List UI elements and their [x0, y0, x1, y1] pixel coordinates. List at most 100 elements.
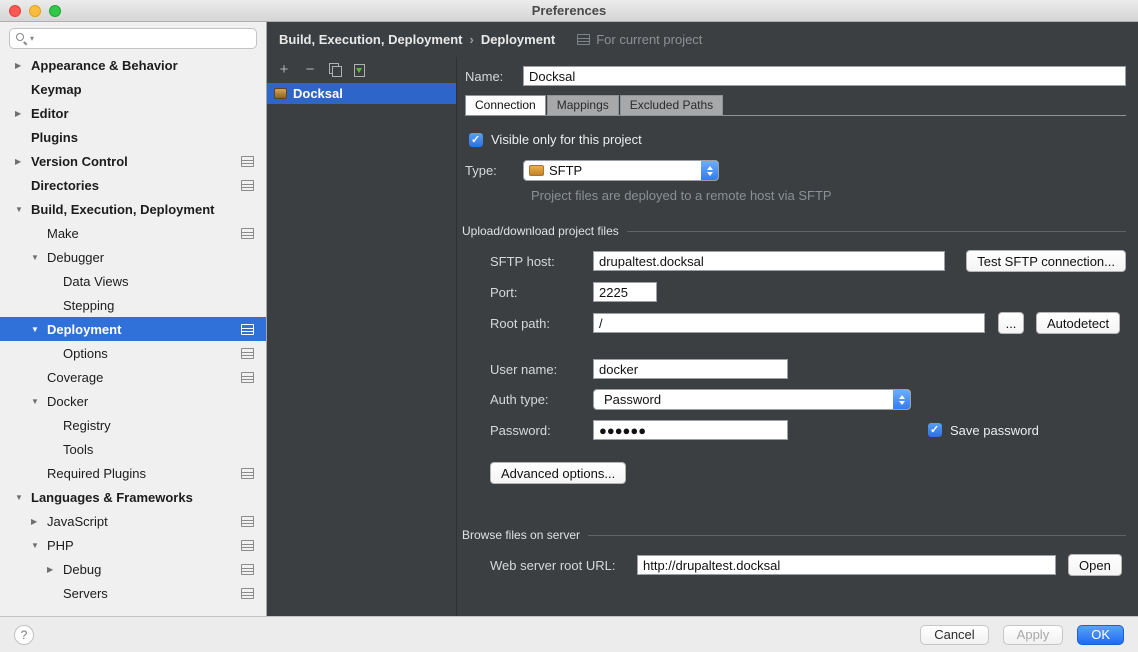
chevron-down-icon[interactable]: ▼: [31, 253, 47, 262]
autodetect-button[interactable]: Autodetect: [1036, 312, 1120, 334]
sidebar-item-registry[interactable]: Registry: [0, 413, 266, 437]
sidebar-item-languages-frameworks[interactable]: ▼Languages & Frameworks: [0, 485, 266, 509]
sidebar-item-stepping[interactable]: Stepping: [0, 293, 266, 317]
zoom-window-button[interactable]: [49, 5, 61, 17]
traffic-lights: [9, 5, 61, 17]
server-list-pane: + − Docksal: [267, 57, 457, 616]
chevron-right-icon[interactable]: ▶: [31, 517, 47, 526]
copy-server-icon[interactable]: [329, 63, 342, 77]
password-input[interactable]: [593, 420, 788, 440]
tab-connection[interactable]: Connection: [465, 95, 546, 115]
tab-mappings[interactable]: Mappings: [547, 95, 619, 115]
chevron-right-icon[interactable]: ▶: [15, 157, 31, 166]
search-history-chevron-icon[interactable]: ▾: [30, 34, 34, 43]
project-settings-icon: [241, 372, 254, 383]
sidebar-item-make[interactable]: Make: [0, 221, 266, 245]
sidebar-item-tools[interactable]: Tools: [0, 437, 266, 461]
user-name-label: User name:: [490, 362, 593, 377]
titlebar: Preferences: [0, 0, 1138, 22]
sidebar-item-data-views[interactable]: Data Views: [0, 269, 266, 293]
sidebar-item-appearance-behavior[interactable]: ▶Appearance & Behavior: [0, 53, 266, 77]
sidebar-item-required-plugins[interactable]: Required Plugins: [0, 461, 266, 485]
server-list: Docksal: [267, 83, 456, 616]
settings-search-input[interactable]: [37, 31, 250, 46]
ok-button[interactable]: OK: [1077, 625, 1124, 645]
sidebar-item-docker[interactable]: ▼Docker: [0, 389, 266, 413]
advanced-options-button[interactable]: Advanced options...: [490, 462, 626, 484]
sidebar-item-keymap[interactable]: Keymap: [0, 77, 266, 101]
server-icon: [274, 88, 287, 99]
auth-type-select[interactable]: Password: [593, 389, 911, 410]
project-settings-icon: [241, 324, 254, 335]
import-servers-icon[interactable]: [354, 64, 365, 77]
dropdown-stepper-icon: [701, 160, 718, 181]
chevron-down-icon[interactable]: ▼: [15, 493, 31, 502]
tab-excluded-paths[interactable]: Excluded Paths: [620, 95, 723, 115]
deployment-form: Name: Connection Mappings Excluded Paths…: [457, 57, 1138, 616]
settings-content: Build, Execution, Deployment › Deploymen…: [267, 22, 1138, 616]
project-settings-icon: [241, 228, 254, 239]
project-settings-icon: [241, 156, 254, 167]
project-settings-icon: [241, 468, 254, 479]
preferences-window: Preferences ▾ ▶Appearance & Behavior Key…: [0, 0, 1138, 652]
close-window-button[interactable]: [9, 5, 21, 17]
sidebar-item-coverage[interactable]: Coverage: [0, 365, 266, 389]
window-title: Preferences: [0, 0, 1138, 21]
test-sftp-connection-button[interactable]: Test SFTP connection...: [966, 250, 1126, 272]
root-path-label: Root path:: [490, 316, 593, 331]
sidebar-item-deployment[interactable]: ▼Deployment: [0, 317, 266, 341]
settings-sidebar: ▾ ▶Appearance & Behavior Keymap ▶Editor …: [0, 22, 267, 616]
breadcrumb-separator-icon: ›: [469, 32, 473, 47]
visible-only-checkbox[interactable]: Visible only for this project: [469, 132, 1126, 147]
sidebar-item-php[interactable]: ▼PHP: [0, 533, 266, 557]
sidebar-item-plugins[interactable]: Plugins: [0, 125, 266, 149]
save-password-checkbox[interactable]: Save password: [928, 423, 1039, 438]
add-server-button[interactable]: +: [277, 62, 291, 78]
section-divider: [627, 231, 1126, 232]
user-name-input[interactable]: [593, 359, 788, 379]
chevron-down-icon[interactable]: ▼: [31, 325, 47, 334]
help-button[interactable]: ?: [14, 625, 34, 645]
project-settings-icon: [241, 180, 254, 191]
browse-root-path-button[interactable]: ...: [998, 312, 1024, 334]
section-divider: [588, 535, 1126, 536]
chevron-down-icon[interactable]: ▼: [31, 541, 47, 550]
sidebar-item-debugger[interactable]: ▼Debugger: [0, 245, 266, 269]
cancel-button[interactable]: Cancel: [920, 625, 988, 645]
chevron-right-icon[interactable]: ▶: [15, 61, 31, 70]
minimize-window-button[interactable]: [29, 5, 41, 17]
root-path-input[interactable]: [593, 313, 985, 333]
port-input[interactable]: [593, 282, 657, 302]
server-list-item-docksal[interactable]: Docksal: [267, 83, 456, 104]
breadcrumb-segment[interactable]: Build, Execution, Deployment: [279, 32, 462, 47]
web-root-label: Web server root URL:: [490, 558, 637, 573]
checkbox-checked-icon: [469, 133, 483, 147]
sidebar-item-javascript[interactable]: ▶JavaScript: [0, 509, 266, 533]
sidebar-item-options[interactable]: Options: [0, 341, 266, 365]
scope-indicator: For current project: [577, 32, 702, 47]
sidebar-item-directories[interactable]: Directories: [0, 173, 266, 197]
type-help-text: Project files are deployed to a remote h…: [531, 188, 1126, 203]
sidebar-item-version-control[interactable]: ▶Version Control: [0, 149, 266, 173]
sidebar-item-editor[interactable]: ▶Editor: [0, 101, 266, 125]
chevron-right-icon[interactable]: ▶: [47, 565, 63, 574]
chevron-down-icon[interactable]: ▼: [31, 397, 47, 406]
scope-label: For current project: [596, 32, 702, 47]
port-label: Port:: [490, 285, 593, 300]
chevron-right-icon[interactable]: ▶: [15, 109, 31, 118]
chevron-down-icon[interactable]: ▼: [15, 205, 31, 214]
sftp-host-label: SFTP host:: [490, 254, 593, 269]
sidebar-item-debug[interactable]: ▶Debug: [0, 557, 266, 581]
breadcrumb-segment: Deployment: [481, 32, 555, 47]
settings-search-field[interactable]: ▾: [9, 28, 257, 49]
type-select[interactable]: SFTP: [523, 160, 719, 181]
apply-button[interactable]: Apply: [1003, 625, 1064, 645]
sidebar-item-build-execution-deployment[interactable]: ▼Build, Execution, Deployment: [0, 197, 266, 221]
remove-server-button[interactable]: −: [303, 62, 317, 78]
upload-section-title: Upload/download project files: [462, 224, 619, 238]
open-button[interactable]: Open: [1068, 554, 1122, 576]
web-root-input[interactable]: [637, 555, 1056, 575]
sftp-host-input[interactable]: [593, 251, 945, 271]
sidebar-item-servers[interactable]: Servers: [0, 581, 266, 605]
name-input[interactable]: [523, 66, 1126, 86]
